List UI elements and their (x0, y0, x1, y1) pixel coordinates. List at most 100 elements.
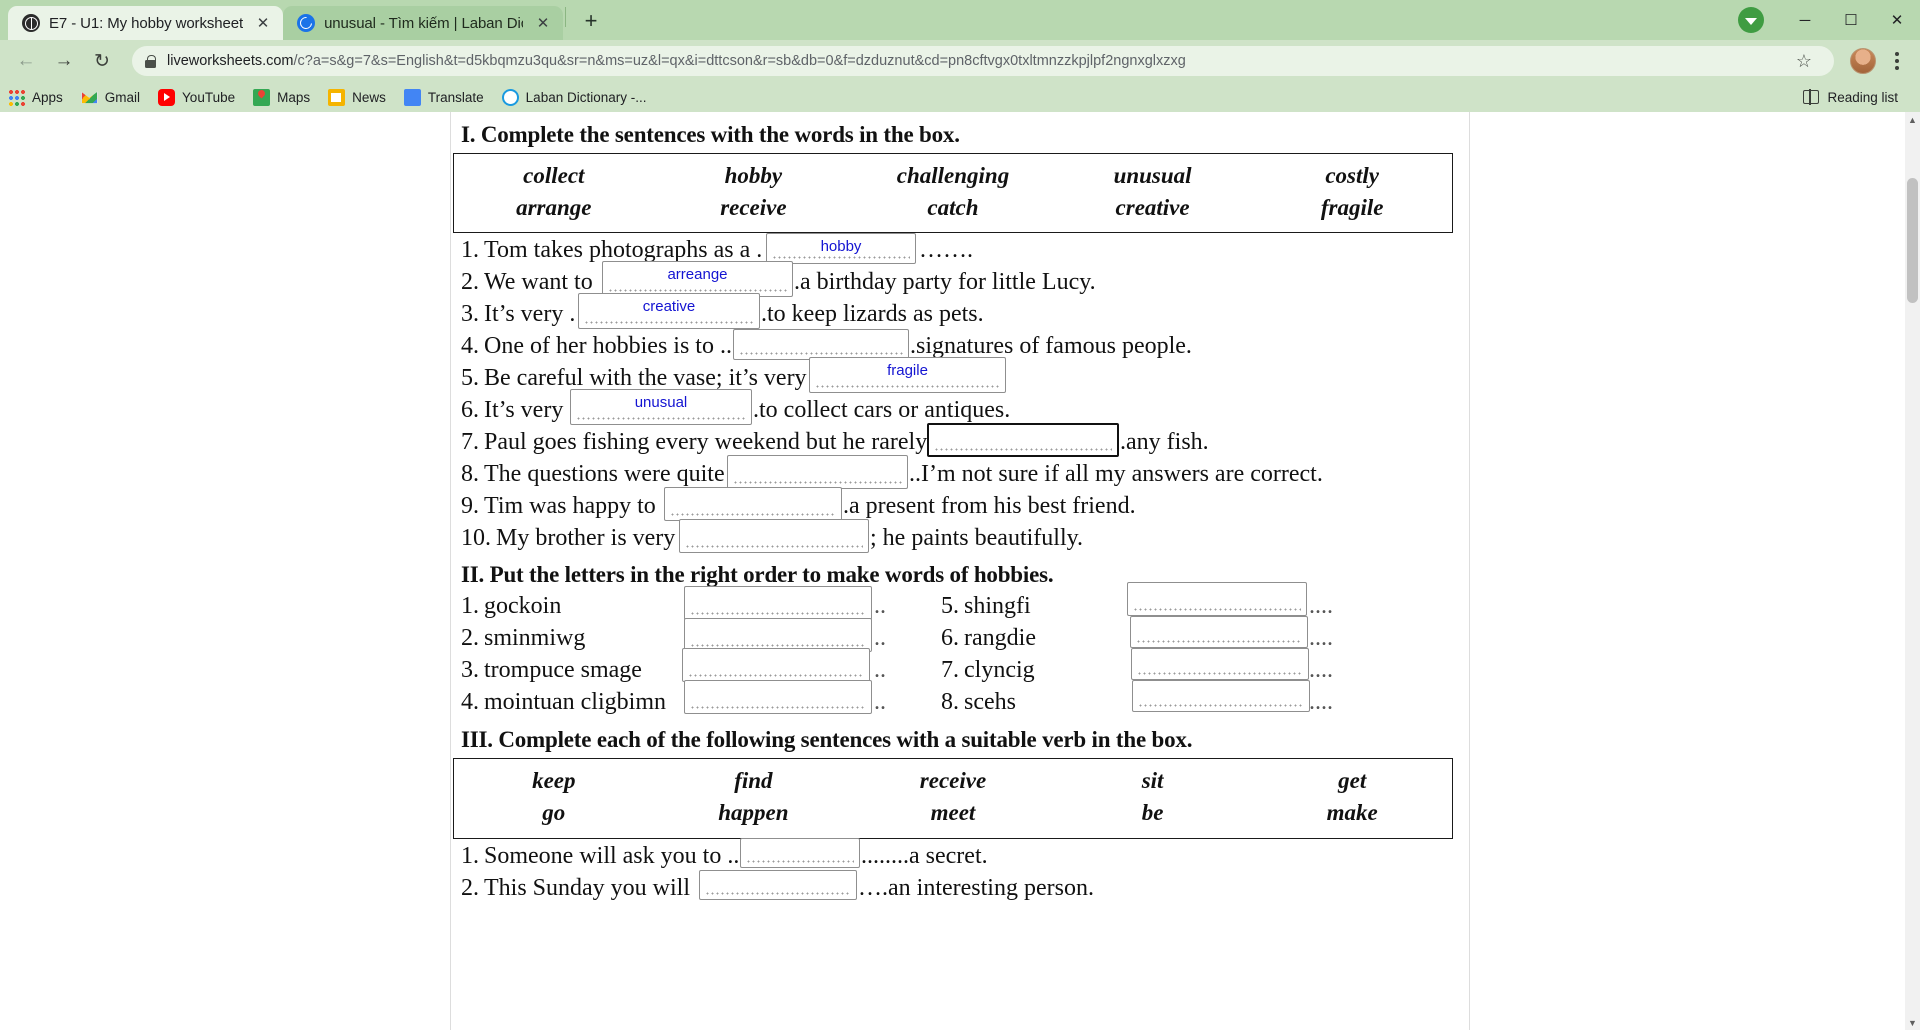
question-number: 10. (461, 525, 491, 552)
question-row-8: 8. The questions were quite ..I’m not su… (451, 455, 1469, 492)
scramble-answer-input-1[interactable] (684, 586, 872, 621)
question-number: 6. (461, 397, 479, 424)
answer-value (685, 587, 871, 589)
question-row-3: 3. It’s very . creative .to keep lizards… (451, 293, 1469, 332)
scrambled-word: shingfi (964, 593, 1031, 620)
reading-list-icon (1803, 89, 1820, 105)
question-tail: .signatures of famous people. (910, 333, 1192, 360)
page-viewport: I. Complete the sentences with the words… (0, 112, 1920, 1030)
bookmark-label: Translate (427, 89, 484, 105)
dotted-line (608, 289, 787, 293)
answer-input-8[interactable] (727, 455, 908, 490)
reading-list-button[interactable]: Reading list (1803, 89, 1912, 105)
bookmark-label: Maps (277, 89, 311, 105)
word-item: catch (927, 194, 979, 220)
word-item: make (1326, 800, 1378, 826)
answer-value: arreange (667, 266, 728, 284)
browser-tab-2[interactable]: unusual - Tìm kiếm | Laban Dictio ✕ (283, 6, 564, 40)
dotted-line (739, 352, 903, 356)
address-bar[interactable]: liveworksheets.com/c?a=s&g=7&s=English&t… (132, 46, 1834, 76)
scramble-answer-input-6[interactable] (1130, 616, 1308, 649)
dotted-line (576, 417, 746, 421)
answer-input-10[interactable] (679, 519, 869, 554)
answer-value (734, 330, 908, 332)
dotted-line (688, 674, 864, 678)
new-tab-button[interactable]: + (574, 4, 608, 38)
item-number: 7. (941, 657, 959, 684)
scroll-up-arrow-icon[interactable]: ▲ (1905, 112, 1920, 127)
scramble-answer-input-5[interactable] (1127, 582, 1307, 617)
question-number: 8. (461, 461, 479, 488)
close-window-button[interactable]: ✕ (1874, 0, 1920, 40)
word-item: costly (1325, 163, 1379, 188)
page-scrollbar[interactable]: ▲ ▼ (1905, 112, 1920, 1030)
answer-input-1[interactable]: hobby (766, 233, 916, 265)
answer-value: hobby (820, 238, 862, 256)
browser-tab-1[interactable]: E7 - U1: My hobby worksheet ✕ (8, 6, 284, 40)
answer-value: creative (642, 298, 696, 316)
dotted-line (690, 612, 866, 616)
minimize-button[interactable]: ─ (1782, 0, 1828, 40)
section3-answer-input-1[interactable] (740, 837, 860, 868)
section-3-word-box: keep find receive sit get go happen meet… (453, 758, 1453, 839)
word-item: meet (930, 800, 976, 826)
maximize-button[interactable]: ☐ (1828, 0, 1874, 40)
bookmark-gmail[interactable]: Gmail (80, 89, 141, 106)
answer-value (1132, 649, 1308, 651)
scroll-down-arrow-icon[interactable]: ▼ (1905, 1015, 1920, 1030)
section-2-items: 1. gockoin .. 5. shingfi .... 2. sminmiw… (451, 582, 1469, 725)
tab-title: unusual - Tìm kiếm | Laban Dictio (324, 14, 524, 32)
question-number: 7. (461, 429, 479, 456)
scramble-answer-input-2[interactable] (684, 618, 872, 653)
bookmark-laban[interactable]: Laban Dictionary -... (501, 88, 646, 106)
lock-icon (144, 54, 157, 69)
section-2-heading: II. Put the letters in the right order t… (461, 562, 1054, 588)
answer-input-6[interactable]: unusual (570, 389, 752, 426)
tab-strip: E7 - U1: My hobby worksheet ✕ unusual - … (0, 0, 1920, 40)
bookmark-label: Gmail (104, 89, 141, 105)
scramble-answer-input-7[interactable] (1131, 648, 1309, 681)
bookmark-apps[interactable]: Apps (8, 88, 63, 106)
word-box-row: collect hobby challenging unusual costly (454, 160, 1452, 192)
section3-question-row-1: 1. Someone will ask you to .. ........a … (451, 837, 1469, 874)
tab-close-icon[interactable]: ✕ (253, 13, 273, 33)
answer-input-4[interactable] (733, 329, 909, 361)
scramble-answer-input-4[interactable] (684, 680, 872, 715)
back-button[interactable]: ← (10, 45, 42, 77)
reload-button[interactable]: ↻ (86, 45, 118, 77)
bookmark-youtube[interactable]: YouTube (158, 88, 235, 106)
section3-answer-input-2[interactable] (699, 869, 857, 900)
bookmarks-bar: Apps Gmail YouTube Maps News Translate L… (0, 82, 1920, 112)
answer-input-2[interactable]: arreange (602, 261, 793, 298)
gmail-icon (80, 91, 98, 104)
item-tail: .... (1309, 625, 1333, 652)
answer-value (1128, 583, 1306, 585)
answer-input-3[interactable]: creative (578, 293, 760, 330)
update-chevron-icon[interactable] (1738, 7, 1764, 33)
scramble-answer-input-8[interactable] (1132, 680, 1310, 713)
forward-button[interactable]: → (48, 45, 80, 77)
question-text: The questions were quite (484, 461, 725, 488)
tab-title: E7 - U1: My hobby worksheet (49, 14, 244, 32)
word-item: keep (532, 768, 576, 794)
bookmark-translate[interactable]: Translate (403, 88, 484, 106)
question-number: 1. (461, 842, 479, 869)
dotted-line (670, 513, 836, 517)
scrollbar-thumb[interactable] (1907, 178, 1918, 303)
bookmark-news[interactable]: News (328, 88, 386, 106)
dotted-line (1137, 672, 1303, 676)
word-item: receive (720, 194, 787, 220)
answer-value (700, 871, 856, 873)
answer-input-9[interactable] (664, 487, 842, 522)
dotted-line (584, 321, 754, 325)
answer-input-5[interactable]: fragile (809, 357, 1006, 394)
tab-close-icon[interactable]: ✕ (533, 13, 553, 33)
dotted-line (1133, 608, 1301, 612)
browser-menu-icon[interactable] (1884, 52, 1910, 70)
answer-value (685, 619, 871, 621)
profile-avatar[interactable] (1850, 48, 1876, 74)
answer-input-7[interactable] (927, 423, 1119, 458)
scramble-answer-input-3[interactable] (682, 648, 870, 683)
bookmark-maps[interactable]: Maps (253, 88, 311, 106)
bookmark-star-icon[interactable]: ☆ (1796, 51, 1812, 72)
